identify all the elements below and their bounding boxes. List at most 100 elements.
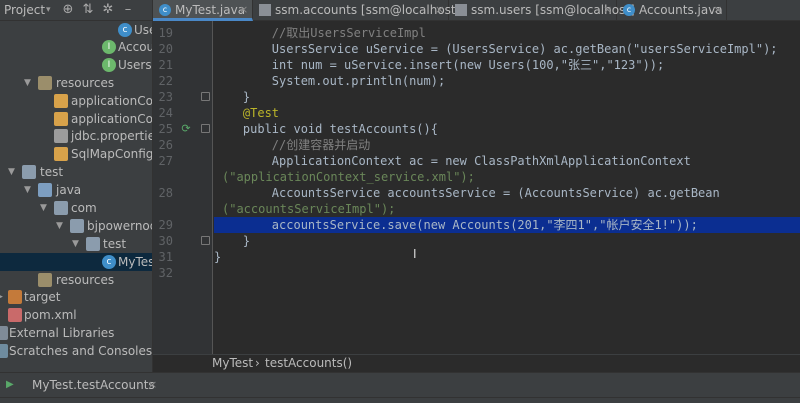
line-number: 21 bbox=[158, 58, 173, 72]
tab-accounts-java[interactable]: c Accounts.java × bbox=[617, 0, 727, 21]
tree-item-users-service[interactable]: I UsersSe bbox=[0, 56, 152, 74]
tree-item-scratches[interactable]: Scratches and Consoles bbox=[0, 342, 152, 360]
fold-marker-icon[interactable] bbox=[201, 124, 210, 133]
close-icon[interactable]: × bbox=[603, 0, 612, 20]
breadcrumb: MyTest › testAccounts() bbox=[153, 354, 800, 372]
xml-icon bbox=[54, 94, 68, 108]
tree-item-com[interactable]: ▼ com bbox=[0, 199, 152, 217]
editor-gutter: 19 20 21 22 23 24 25 26 27 28 29 30 31 3… bbox=[153, 21, 213, 354]
tree-item-application-context-service[interactable]: applicationConte bbox=[0, 110, 152, 128]
code-line: UsersService uService = (UsersService) a… bbox=[214, 42, 778, 56]
line-number: 26 bbox=[158, 138, 173, 152]
chevron-right-icon[interactable]: ▶ bbox=[0, 288, 6, 306]
close-icon[interactable]: × bbox=[713, 0, 722, 20]
tab-ssm-users[interactable]: ssm.users [ssm@localhost] × bbox=[449, 0, 635, 21]
xml-icon bbox=[54, 147, 68, 161]
table-icon bbox=[259, 4, 271, 16]
text-cursor-icon: I bbox=[413, 247, 417, 261]
close-icon[interactable]: × bbox=[148, 375, 157, 395]
close-icon[interactable]: × bbox=[435, 0, 444, 20]
target-icon[interactable]: ⊕ bbox=[60, 2, 76, 18]
line-number: 19 bbox=[158, 26, 173, 40]
chevron-down-icon[interactable]: ▼ bbox=[24, 181, 34, 199]
chevron-down-icon[interactable]: ▼ bbox=[56, 217, 66, 235]
line-number: 22 bbox=[158, 74, 173, 88]
tree-item-test[interactable]: ▼ test bbox=[0, 163, 152, 181]
interface-icon: I bbox=[102, 40, 116, 54]
collapse-icon[interactable]: ⇅ bbox=[80, 2, 96, 18]
code-line: ("accountsServiceImpl"); bbox=[222, 202, 396, 216]
code-line-current: accountsService.save(new Accounts(201,"李… bbox=[214, 217, 800, 233]
chevron-down-icon[interactable]: ▾ bbox=[46, 0, 51, 20]
scratches-icon bbox=[0, 344, 8, 358]
code-line: public void testAccounts(){ bbox=[214, 122, 438, 136]
maven-icon bbox=[8, 308, 22, 322]
run-toolbar bbox=[0, 397, 800, 403]
code-editor[interactable]: //取出UsersServiceImpl UsersService uServi… bbox=[214, 21, 800, 354]
tree-item-mytest[interactable]: c MyTest bbox=[0, 253, 152, 271]
folder-icon bbox=[70, 219, 84, 233]
chevron-down-icon[interactable]: ▼ bbox=[40, 199, 50, 217]
source-folder-icon bbox=[38, 183, 52, 197]
tree-item-java[interactable]: ▼ java bbox=[0, 181, 152, 199]
line-number: 27 bbox=[158, 154, 173, 168]
code-line: ("applicationContext_service.xml"); bbox=[222, 170, 475, 184]
library-icon bbox=[0, 326, 8, 340]
line-number: 30 bbox=[158, 234, 173, 248]
tree-item-application-context[interactable]: applicationConte bbox=[0, 92, 152, 110]
breadcrumb-method[interactable]: testAccounts() bbox=[265, 355, 352, 372]
line-number: 25 bbox=[158, 122, 173, 136]
code-line: @Test bbox=[214, 106, 280, 120]
close-icon[interactable]: × bbox=[239, 0, 248, 20]
tree-item-test-package[interactable]: ▼ test bbox=[0, 235, 152, 253]
chevron-down-icon[interactable]: ▼ bbox=[72, 235, 82, 253]
tree-item-external-libraries[interactable]: External Libraries bbox=[0, 324, 152, 342]
interface-icon: I bbox=[102, 58, 116, 72]
editor-tabs: c MyTest.java × ssm.accounts [ssm@localh… bbox=[153, 0, 800, 21]
run-panel: ▶ MyTest.testAccounts × bbox=[0, 372, 800, 403]
project-view-selector[interactable]: Project bbox=[4, 0, 45, 20]
target-folder-icon bbox=[8, 290, 22, 304]
project-panel: Project ▾ ⊕ ⇅ ✲ – c Use I Accoun I Users… bbox=[0, 0, 153, 372]
tree-item-accounts-interface[interactable]: I Accoun bbox=[0, 38, 152, 56]
tree-item-jdbc-properties[interactable]: jdbc.properties bbox=[0, 127, 152, 145]
gear-icon[interactable]: ✲ bbox=[100, 2, 116, 18]
tree-item-resources[interactable]: ▼ resources bbox=[0, 74, 152, 92]
code-line: } bbox=[214, 234, 251, 248]
minimize-icon[interactable]: – bbox=[120, 2, 136, 18]
code-line: AccountsService accountsService = (Accou… bbox=[214, 186, 720, 200]
tree-item-pom[interactable]: pom.xml bbox=[0, 306, 152, 324]
breadcrumb-class[interactable]: MyTest bbox=[212, 355, 253, 372]
line-number: 29 bbox=[158, 218, 173, 232]
class-icon: c bbox=[159, 4, 171, 16]
tree-item-users-class[interactable]: c Use bbox=[0, 21, 152, 39]
chevron-down-icon[interactable]: ▼ bbox=[24, 74, 34, 92]
breadcrumb-separator: › bbox=[255, 356, 260, 370]
folder-icon bbox=[22, 165, 36, 179]
code-line: ApplicationContext ac = new ClassPathXml… bbox=[214, 154, 691, 168]
table-icon bbox=[455, 4, 467, 16]
class-icon: c bbox=[623, 4, 635, 16]
line-number: 20 bbox=[158, 42, 173, 56]
tab-mytest-java[interactable]: c MyTest.java × bbox=[153, 0, 253, 21]
run-test-icon[interactable]: ⟳ bbox=[180, 123, 192, 135]
resources-folder-icon bbox=[38, 273, 52, 287]
fold-marker-icon[interactable] bbox=[201, 236, 210, 245]
tree-item-bjpowernode[interactable]: ▼ bjpowernode bbox=[0, 217, 152, 235]
chevron-down-icon[interactable]: ▼ bbox=[8, 163, 18, 181]
project-header: Project ▾ ⊕ ⇅ ✲ – bbox=[0, 0, 152, 21]
properties-icon bbox=[54, 129, 68, 143]
fold-marker-icon[interactable] bbox=[201, 92, 210, 101]
line-number: 31 bbox=[158, 250, 173, 264]
tree-item-sqlmapconfig[interactable]: SqlMapConfig.xm bbox=[0, 145, 152, 163]
line-number: 23 bbox=[158, 90, 173, 104]
code-line: int num = uService.insert(new Users(100,… bbox=[214, 58, 665, 72]
tree-item-test-resources[interactable]: resources bbox=[0, 271, 152, 289]
folder-icon bbox=[86, 237, 100, 251]
tab-ssm-accounts[interactable]: ssm.accounts [ssm@localhost] × bbox=[253, 0, 460, 21]
resources-folder-icon bbox=[38, 76, 52, 90]
class-icon: c bbox=[102, 255, 116, 269]
tree-item-target[interactable]: ▶ target bbox=[0, 288, 152, 306]
code-line: } bbox=[214, 90, 251, 104]
